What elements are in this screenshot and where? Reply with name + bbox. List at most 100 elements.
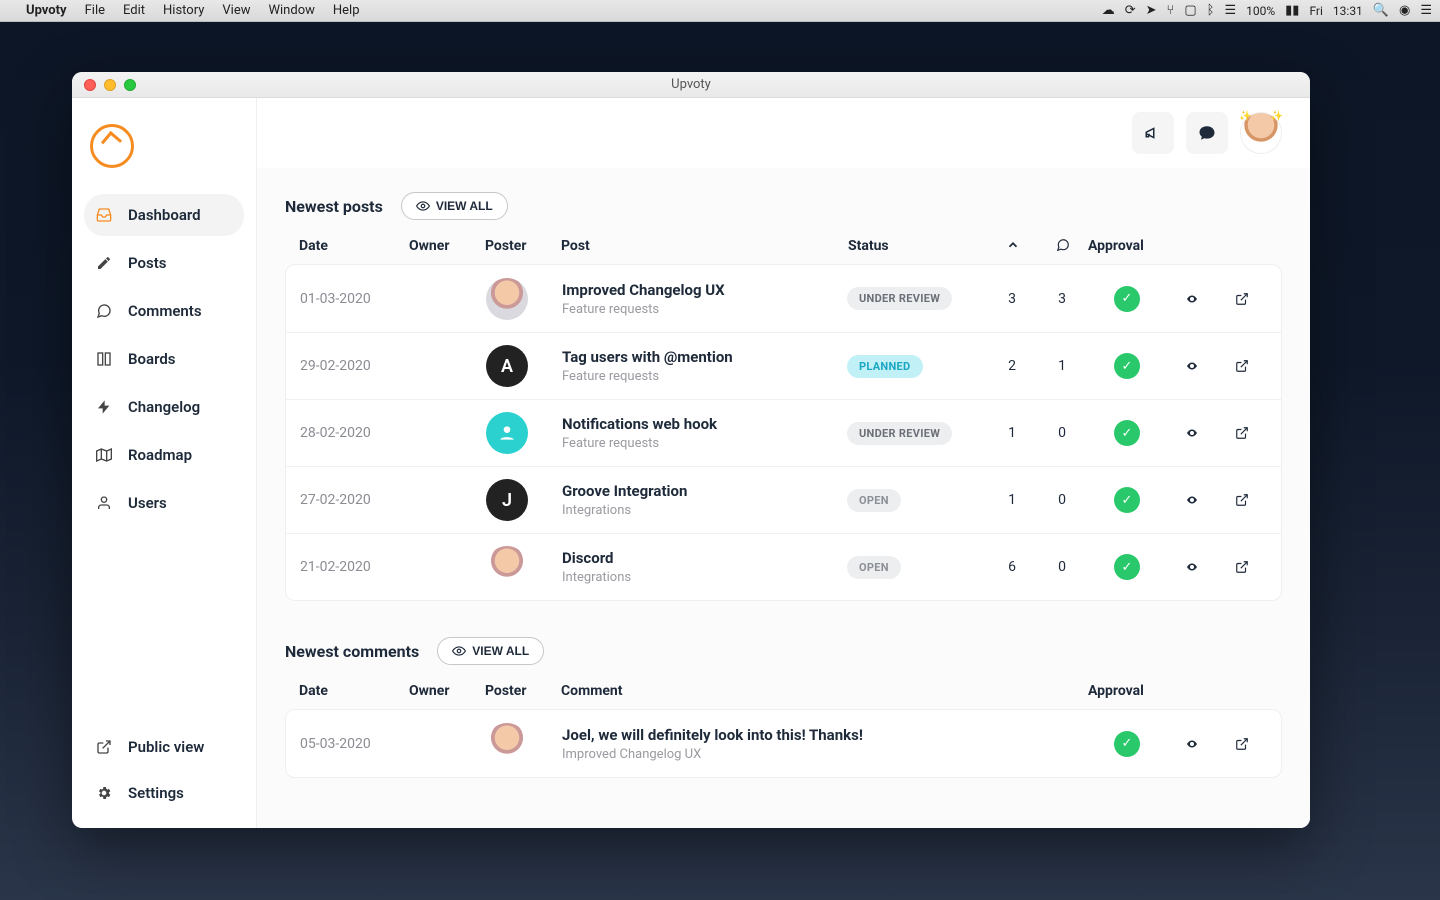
col-comments-icon[interactable]: [1038, 238, 1088, 254]
cell-comments: 3: [1037, 291, 1087, 307]
main-content: Newest posts VIEW ALL Date Owner Poster …: [257, 98, 1310, 828]
view-icon[interactable]: [1167, 293, 1217, 305]
cell-post: Improved Changelog UXFeature requests: [562, 281, 847, 317]
inbox-icon: [96, 207, 114, 223]
cell-poster: A: [486, 345, 562, 387]
view-icon[interactable]: [1167, 494, 1217, 506]
cell-date: 05-03-2020: [300, 736, 410, 752]
posts-column-headers: Date Owner Poster Post Status Approval: [285, 238, 1282, 254]
table-row[interactable]: 29-02-2020ATag users with @mentionFeatur…: [286, 332, 1281, 399]
menubar-day[interactable]: Fri: [1309, 4, 1322, 18]
app-window: Upvoty Dashboard Posts Comments Boards Chang…: [72, 72, 1310, 828]
sidebar-item-label: Users: [128, 494, 167, 512]
sidebar-item-users[interactable]: Users: [84, 482, 244, 524]
branch-icon[interactable]: ⑂: [1167, 3, 1175, 18]
cell-upvotes: 6: [987, 559, 1037, 575]
menu-extra-icon[interactable]: ☰: [1420, 3, 1432, 18]
app-logo-icon[interactable]: [90, 124, 134, 168]
sidebar-item-boards[interactable]: Boards: [84, 338, 244, 380]
open-external-icon[interactable]: [1217, 560, 1267, 574]
approval-check-icon[interactable]: ✓: [1114, 487, 1140, 513]
cell-approval: ✓: [1087, 554, 1167, 580]
newest-comments-section: Newest comments VIEW ALL Date Owner Post…: [257, 613, 1310, 790]
view-all-posts-button[interactable]: VIEW ALL: [401, 192, 508, 220]
col-approval: Approval: [1088, 683, 1168, 699]
view-icon[interactable]: [1167, 427, 1217, 439]
sidebar: Dashboard Posts Comments Boards Changelog Roa…: [72, 98, 257, 828]
menubar-app-name[interactable]: Upvoty: [26, 3, 67, 18]
announcements-button[interactable]: [1132, 112, 1174, 154]
sidebar-item-settings[interactable]: Settings: [84, 772, 244, 814]
cloud-icon[interactable]: ☁︎: [1102, 3, 1115, 18]
pencil-icon: [96, 255, 114, 271]
table-row[interactable]: 27-02-2020JGroove IntegrationIntegration…: [286, 466, 1281, 533]
eye-icon: [452, 644, 466, 658]
col-comment: Comment: [561, 683, 1088, 699]
view-all-label: VIEW ALL: [436, 199, 493, 213]
sidebar-item-comments[interactable]: Comments: [84, 290, 244, 332]
location-icon[interactable]: ➤: [1146, 3, 1157, 18]
cell-post: Groove IntegrationIntegrations: [562, 482, 847, 518]
airplay-icon[interactable]: ▢: [1184, 3, 1196, 18]
open-external-icon[interactable]: [1217, 292, 1267, 306]
view-icon[interactable]: [1167, 561, 1217, 573]
cell-post: Notifications web hookFeature requests: [562, 415, 847, 451]
menu-edit[interactable]: Edit: [123, 3, 145, 18]
cell-date: 01-03-2020: [300, 291, 410, 307]
cell-upvotes: 1: [987, 425, 1037, 441]
menubar-time[interactable]: 13:31: [1333, 4, 1363, 18]
open-external-icon[interactable]: [1217, 737, 1267, 751]
open-external-icon[interactable]: [1217, 426, 1267, 440]
view-icon[interactable]: [1167, 360, 1217, 372]
cell-approval: ✓: [1087, 420, 1167, 446]
sync-icon[interactable]: ⟳: [1125, 3, 1136, 18]
menu-window[interactable]: Window: [268, 3, 314, 18]
view-icon[interactable]: [1167, 738, 1217, 750]
cell-comments: 1: [1037, 358, 1087, 374]
boards-icon: [96, 351, 114, 367]
poster-avatar: [486, 278, 528, 320]
sidebar-item-posts[interactable]: Posts: [84, 242, 244, 284]
siri-icon[interactable]: ◉: [1399, 3, 1410, 18]
cell-upvotes: 1: [987, 492, 1037, 508]
menu-view[interactable]: View: [222, 3, 250, 18]
col-upvotes-icon[interactable]: [988, 238, 1038, 254]
cell-date: 21-02-2020: [300, 559, 410, 575]
view-all-comments-button[interactable]: VIEW ALL: [437, 637, 544, 665]
approval-check-icon[interactable]: ✓: [1114, 353, 1140, 379]
sidebar-item-changelog[interactable]: Changelog: [84, 386, 244, 428]
wifi-icon[interactable]: ☰: [1224, 3, 1236, 18]
spotlight-icon[interactable]: 🔍: [1373, 3, 1389, 18]
table-row[interactable]: 01-03-2020 Improved Changelog UXFeature r…: [286, 265, 1281, 332]
menu-file[interactable]: File: [85, 3, 105, 18]
bluetooth-icon[interactable]: ᛒ: [1207, 3, 1215, 18]
sidebar-item-label: Boards: [128, 350, 175, 368]
sidebar-item-label: Posts: [128, 254, 166, 272]
megaphone-icon: [1144, 124, 1162, 142]
cell-post: Tag users with @mentionFeature requests: [562, 348, 847, 384]
sidebar-item-dashboard[interactable]: Dashboard: [84, 194, 244, 236]
open-external-icon[interactable]: [1217, 359, 1267, 373]
external-icon: [96, 739, 114, 755]
poster-avatar: [486, 412, 528, 454]
sidebar-item-public-view[interactable]: Public view: [84, 726, 244, 768]
open-external-icon[interactable]: [1217, 493, 1267, 507]
approval-check-icon[interactable]: ✓: [1114, 420, 1140, 446]
approval-check-icon[interactable]: ✓: [1114, 286, 1140, 312]
menu-history[interactable]: History: [163, 3, 204, 18]
sidebar-item-label: Dashboard: [128, 206, 201, 224]
menu-help[interactable]: Help: [333, 3, 360, 18]
table-row[interactable]: 28-02-2020Notifications web hookFeature …: [286, 399, 1281, 466]
cell-comments: 0: [1037, 492, 1087, 508]
section-title: Newest posts: [285, 197, 383, 216]
approval-check-icon[interactable]: ✓: [1114, 554, 1140, 580]
messages-button[interactable]: [1186, 112, 1228, 154]
sidebar-item-roadmap[interactable]: Roadmap: [84, 434, 244, 476]
user-avatar[interactable]: [1240, 112, 1282, 154]
cell-poster: J: [486, 479, 562, 521]
section-title: Newest comments: [285, 642, 419, 661]
approval-check-icon[interactable]: ✓: [1114, 731, 1140, 757]
window-titlebar: Upvoty: [72, 72, 1310, 98]
table-row[interactable]: 05-03-2020Joel, we will definitely look …: [286, 710, 1281, 777]
table-row[interactable]: 21-02-2020DiscordIntegrationsOPEN60✓: [286, 533, 1281, 600]
